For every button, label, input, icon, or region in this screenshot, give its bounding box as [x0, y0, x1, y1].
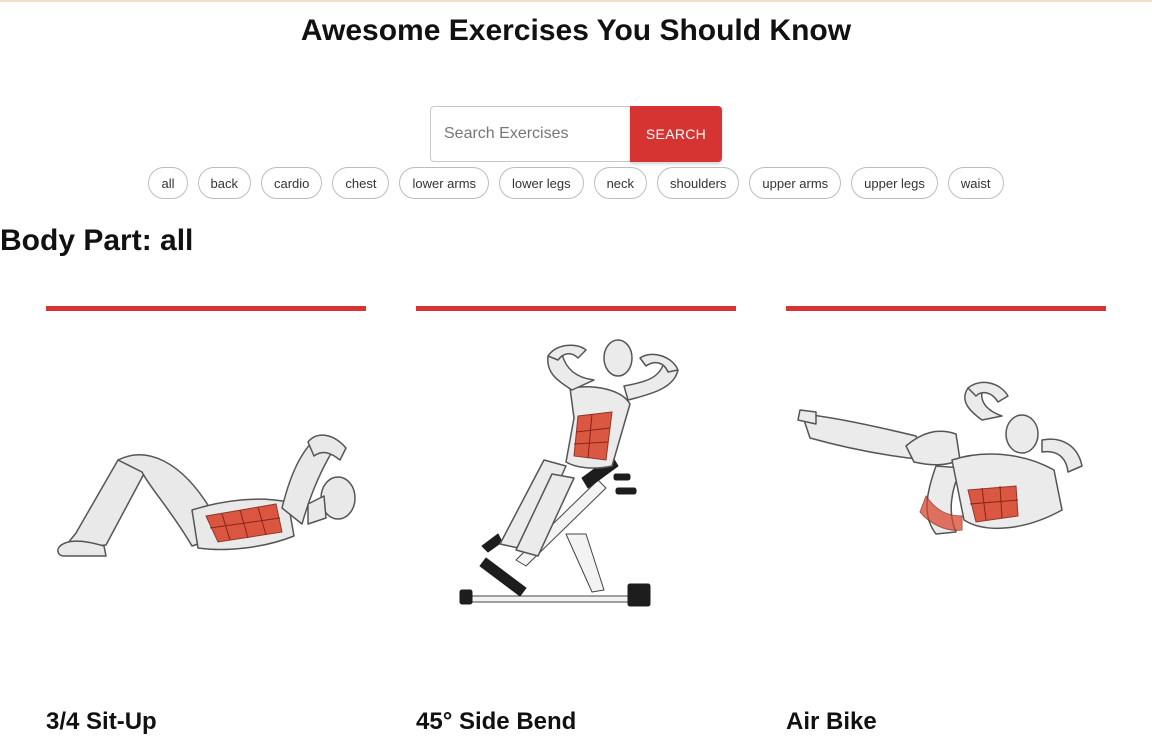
exercise-name: 45° Side Bend [416, 708, 577, 735]
chip-lower-arms[interactable]: lower arms [399, 167, 490, 199]
chip-lower-legs[interactable]: lower legs [499, 167, 584, 199]
card-accent-bar [416, 306, 736, 311]
chip-upper-legs[interactable]: upper legs [851, 167, 938, 199]
exercise-image [57, 434, 356, 557]
chip-back[interactable]: back [197, 167, 251, 199]
chip-waist[interactable]: waist [947, 167, 1004, 199]
body-part-filter: all back cardio chest lower arms lower l… [0, 167, 1152, 199]
chip-chest[interactable]: chest [332, 167, 390, 199]
exercise-name: Air Bike [786, 708, 877, 735]
card-accent-bar [786, 306, 1106, 311]
exercise-image [797, 381, 1083, 535]
search-button[interactable]: SEARCH [630, 106, 722, 162]
chip-cardio[interactable]: cardio [260, 167, 323, 199]
section-title: Body Part: all [0, 224, 194, 257]
top-border [0, 0, 1152, 2]
chip-shoulders[interactable]: shoulders [657, 167, 740, 199]
page-title: Awesome Exercises You Should Know [300, 14, 852, 47]
exercise-card[interactable]: 3/4 Sit-Up [46, 300, 366, 755]
chip-all[interactable]: all [148, 167, 188, 199]
exercise-name: 3/4 Sit-Up [46, 708, 157, 735]
exercise-grid: 3/4 Sit-Up 45° Side Bend Air Bike [0, 300, 1152, 755]
exercise-image [459, 339, 679, 607]
exercise-card[interactable]: 45° Side Bend [416, 300, 736, 755]
exercise-card[interactable]: Air Bike [786, 300, 1106, 755]
search-input[interactable] [430, 106, 630, 162]
search-bar: SEARCH [430, 106, 722, 162]
chip-upper-arms[interactable]: upper arms [749, 167, 842, 199]
chip-neck[interactable]: neck [593, 167, 648, 199]
card-accent-bar [46, 306, 366, 311]
